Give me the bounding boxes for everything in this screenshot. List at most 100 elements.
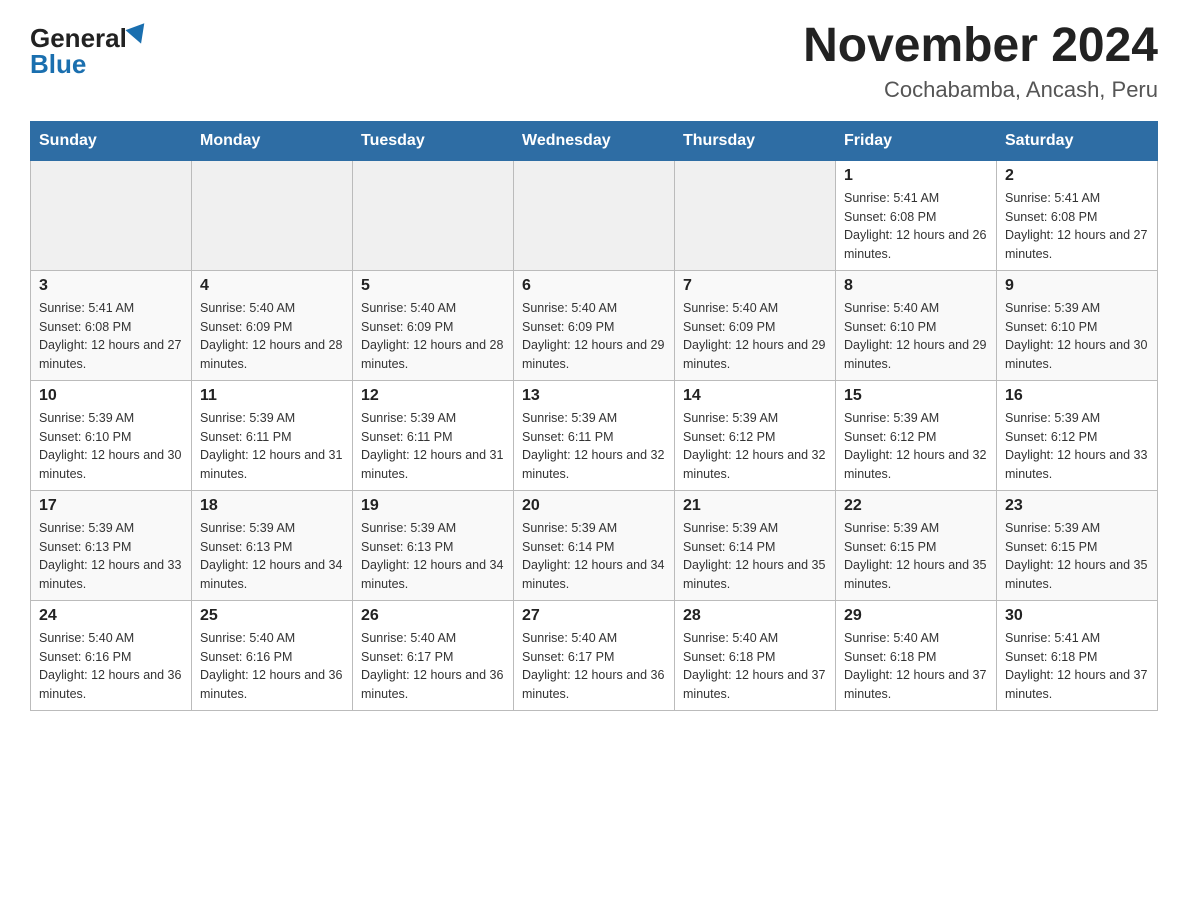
calendar-day-cell: 28 Sunrise: 5:40 AMSunset: 6:18 PMDayligh…: [675, 600, 836, 710]
calendar-week-row: 3 Sunrise: 5:41 AMSunset: 6:08 PMDaylight…: [31, 270, 1158, 380]
calendar-day-cell: 7 Sunrise: 5:40 AMSunset: 6:09 PMDaylight…: [675, 270, 836, 380]
day-info: Sunrise: 5:39 AMSunset: 6:12 PMDaylight:…: [683, 409, 827, 484]
day-number: 15: [844, 387, 988, 405]
calendar-day-cell: 15 Sunrise: 5:39 AMSunset: 6:12 PMDayligh…: [836, 380, 997, 490]
day-info: Sunrise: 5:40 AMSunset: 6:17 PMDaylight:…: [522, 629, 666, 704]
day-number: 19: [361, 497, 505, 515]
calendar-day-cell: [675, 160, 836, 270]
calendar-day-cell: 25Sunrise: 5:40 AMSunset: 6:16 PMDayligh…: [192, 600, 353, 710]
day-number: 11: [200, 387, 344, 405]
day-info: Sunrise: 5:40 AMSunset: 6:17 PMDaylight:…: [361, 629, 505, 704]
day-info: Sunrise: 5:39 AMSunset: 6:12 PMDaylight:…: [1005, 409, 1149, 484]
calendar-day-cell: 22 Sunrise: 5:39 AMSunset: 6:15 PMDayligh…: [836, 490, 997, 600]
day-info: Sunrise: 5:39 AMSunset: 6:13 PMDaylight:…: [200, 519, 344, 594]
calendar-day-cell: 24Sunrise: 5:40 AMSunset: 6:16 PMDayligh…: [31, 600, 192, 710]
day-number: 8: [844, 277, 988, 295]
day-info: Sunrise: 5:39 AMSunset: 6:12 PMDaylight:…: [844, 409, 988, 484]
day-info: Sunrise: 5:39 AMSunset: 6:14 PMDaylight:…: [683, 519, 827, 594]
calendar-day-cell: 27 Sunrise: 5:40 AMSunset: 6:17 PMDayligh…: [514, 600, 675, 710]
calendar-day-cell: 16 Sunrise: 5:39 AMSunset: 6:12 PMDayligh…: [997, 380, 1158, 490]
day-info: Sunrise: 5:40 AMSunset: 6:09 PMDaylight:…: [683, 299, 827, 374]
calendar-day-cell: 29Sunrise: 5:40 AMSunset: 6:18 PMDayligh…: [836, 600, 997, 710]
day-number: 13: [522, 387, 666, 405]
calendar-week-row: 10 Sunrise: 5:39 AMSunset: 6:10 PMDayligh…: [31, 380, 1158, 490]
day-info: Sunrise: 5:39 AMSunset: 6:15 PMDaylight:…: [844, 519, 988, 594]
calendar-day-cell: 1 Sunrise: 5:41 AMSunset: 6:08 PMDaylight…: [836, 160, 997, 270]
calendar-day-cell: 10 Sunrise: 5:39 AMSunset: 6:10 PMDayligh…: [31, 380, 192, 490]
day-info: Sunrise: 5:40 AMSunset: 6:18 PMDaylight:…: [683, 629, 827, 704]
day-number: 2: [1005, 167, 1149, 185]
day-info: Sunrise: 5:40 AMSunset: 6:09 PMDaylight:…: [200, 299, 344, 374]
day-info: Sunrise: 5:41 AMSunset: 6:08 PMDaylight:…: [844, 189, 988, 264]
day-number: 14: [683, 387, 827, 405]
calendar-table: SundayMondayTuesdayWednesdayThursdayFrid…: [30, 121, 1158, 711]
day-info: Sunrise: 5:39 AMSunset: 6:11 PMDaylight:…: [361, 409, 505, 484]
day-number: 28: [683, 607, 827, 625]
day-info: Sunrise: 5:40 AMSunset: 6:10 PMDaylight:…: [844, 299, 988, 374]
logo-general-text: General: [30, 25, 127, 51]
calendar-week-row: 17 Sunrise: 5:39 AMSunset: 6:13 PMDayligh…: [31, 490, 1158, 600]
day-info: Sunrise: 5:39 AMSunset: 6:10 PMDaylight:…: [39, 409, 183, 484]
calendar-header-row: SundayMondayTuesdayWednesdayThursdayFrid…: [31, 121, 1158, 160]
calendar-day-cell: 17 Sunrise: 5:39 AMSunset: 6:13 PMDayligh…: [31, 490, 192, 600]
calendar-day-cell: [31, 160, 192, 270]
day-info: Sunrise: 5:39 AMSunset: 6:10 PMDaylight:…: [1005, 299, 1149, 374]
day-number: 24: [39, 607, 183, 625]
day-number: 26: [361, 607, 505, 625]
calendar-day-cell: 6 Sunrise: 5:40 AMSunset: 6:09 PMDaylight…: [514, 270, 675, 380]
calendar-day-cell: 8 Sunrise: 5:40 AMSunset: 6:10 PMDaylight…: [836, 270, 997, 380]
day-of-week-header: Friday: [836, 121, 997, 160]
calendar-day-cell: [192, 160, 353, 270]
day-info: Sunrise: 5:39 AMSunset: 6:13 PMDaylight:…: [361, 519, 505, 594]
day-number: 4: [200, 277, 344, 295]
page-subtitle: Cochabamba, Ancash, Peru: [803, 77, 1158, 103]
day-number: 1: [844, 167, 988, 185]
day-info: Sunrise: 5:39 AMSunset: 6:13 PMDaylight:…: [39, 519, 183, 594]
day-of-week-header: Tuesday: [353, 121, 514, 160]
calendar-week-row: 1 Sunrise: 5:41 AMSunset: 6:08 PMDaylight…: [31, 160, 1158, 270]
calendar-day-cell: 3 Sunrise: 5:41 AMSunset: 6:08 PMDaylight…: [31, 270, 192, 380]
page-header: General Blue November 2024 Cochabamba, A…: [30, 20, 1158, 103]
calendar-day-cell: 20Sunrise: 5:39 AMSunset: 6:14 PMDayligh…: [514, 490, 675, 600]
calendar-day-cell: 4 Sunrise: 5:40 AMSunset: 6:09 PMDaylight…: [192, 270, 353, 380]
day-of-week-header: Sunday: [31, 121, 192, 160]
day-number: 27: [522, 607, 666, 625]
calendar-day-cell: 26 Sunrise: 5:40 AMSunset: 6:17 PMDayligh…: [353, 600, 514, 710]
calendar-day-cell: [353, 160, 514, 270]
page-title: November 2024: [803, 20, 1158, 73]
calendar-day-cell: 30Sunrise: 5:41 AMSunset: 6:18 PMDayligh…: [997, 600, 1158, 710]
calendar-day-cell: 18 Sunrise: 5:39 AMSunset: 6:13 PMDayligh…: [192, 490, 353, 600]
day-number: 3: [39, 277, 183, 295]
day-info: Sunrise: 5:39 AMSunset: 6:15 PMDaylight:…: [1005, 519, 1149, 594]
day-info: Sunrise: 5:39 AMSunset: 6:14 PMDaylight:…: [522, 519, 666, 594]
day-number: 16: [1005, 387, 1149, 405]
calendar-day-cell: 13 Sunrise: 5:39 AMSunset: 6:11 PMDayligh…: [514, 380, 675, 490]
day-number: 17: [39, 497, 183, 515]
day-of-week-header: Monday: [192, 121, 353, 160]
day-number: 22: [844, 497, 988, 515]
day-info: Sunrise: 5:41 AMSunset: 6:08 PMDaylight:…: [1005, 189, 1149, 264]
calendar-day-cell: 9 Sunrise: 5:39 AMSunset: 6:10 PMDaylight…: [997, 270, 1158, 380]
day-number: 18: [200, 497, 344, 515]
day-number: 7: [683, 277, 827, 295]
calendar-week-row: 24 Sunrise: 5:40 AMSunset: 6:16 PMDayligh…: [31, 600, 1158, 710]
day-info: Sunrise: 5:41 AMSunset: 6:18 PMDaylight:…: [1005, 629, 1149, 704]
day-info: Sunrise: 5:40 AMSunset: 6:18 PMDaylight:…: [844, 629, 988, 704]
day-info: Sunrise: 5:39 AMSunset: 6:11 PMDaylight:…: [522, 409, 666, 484]
day-number: 21: [683, 497, 827, 515]
calendar-day-cell: 23 Sunrise: 5:39 AMSunset: 6:15 PMDayligh…: [997, 490, 1158, 600]
day-number: 10: [39, 387, 183, 405]
calendar-day-cell: 11Sunrise: 5:39 AMSunset: 6:11 PMDayligh…: [192, 380, 353, 490]
calendar-day-cell: 19 Sunrise: 5:39 AMSunset: 6:13 PMDayligh…: [353, 490, 514, 600]
day-info: Sunrise: 5:40 AMSunset: 6:16 PMDaylight:…: [200, 629, 344, 704]
day-info: Sunrise: 5:41 AMSunset: 6:08 PMDaylight:…: [39, 299, 183, 374]
day-number: 23: [1005, 497, 1149, 515]
day-number: 9: [1005, 277, 1149, 295]
day-info: Sunrise: 5:40 AMSunset: 6:09 PMDaylight:…: [522, 299, 666, 374]
calendar-day-cell: 21 Sunrise: 5:39 AMSunset: 6:14 PMDayligh…: [675, 490, 836, 600]
day-number: 6: [522, 277, 666, 295]
day-of-week-header: Thursday: [675, 121, 836, 160]
calendar-day-cell: 14 Sunrise: 5:39 AMSunset: 6:12 PMDayligh…: [675, 380, 836, 490]
day-info: Sunrise: 5:40 AMSunset: 6:09 PMDaylight:…: [361, 299, 505, 374]
logo-triangle-icon: [125, 23, 150, 47]
